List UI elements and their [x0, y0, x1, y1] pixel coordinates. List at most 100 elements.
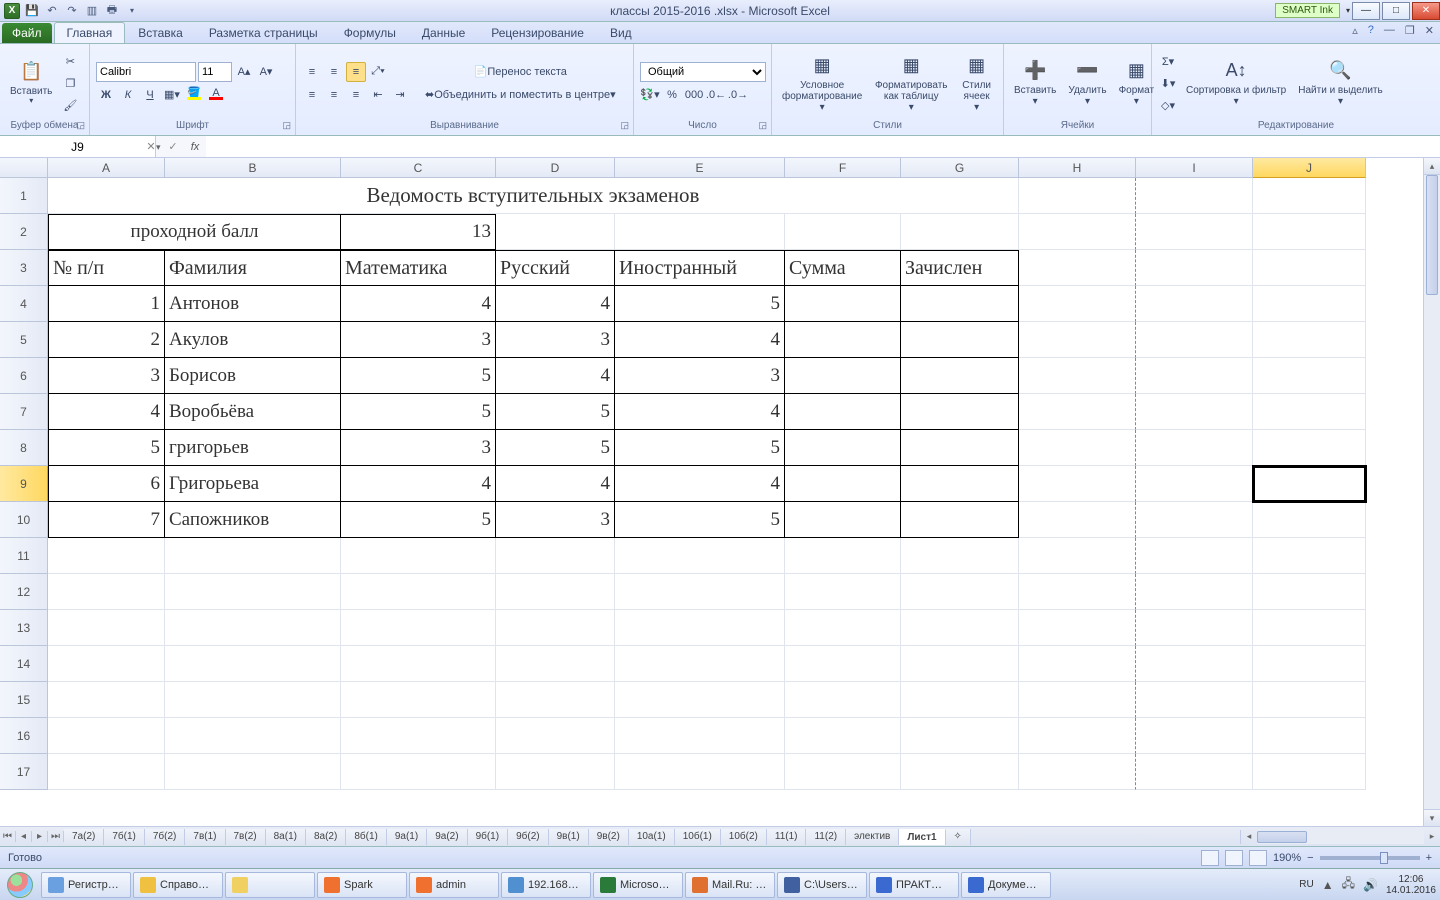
cell[interactable] [496, 538, 615, 574]
row-header[interactable]: 3 [0, 250, 48, 286]
align-top-icon[interactable]: ≡ [302, 62, 322, 82]
cell[interactable]: Воробьёва [165, 394, 341, 430]
ribbon-tab[interactable]: Вид [597, 22, 645, 43]
cell[interactable] [48, 538, 165, 574]
taskbar-button[interactable]: Mail.Ru: … [685, 872, 775, 898]
increase-decimal-icon[interactable]: .0← [706, 85, 726, 105]
cell[interactable] [48, 574, 165, 610]
cell[interactable]: 1 [48, 286, 165, 322]
cell[interactable] [496, 682, 615, 718]
italic-button[interactable]: К [118, 85, 138, 105]
cell[interactable]: Сумма [785, 250, 901, 286]
cell[interactable]: № п/п [48, 250, 165, 286]
scroll-left-icon[interactable]: ◂ [1241, 831, 1257, 842]
cell[interactable] [901, 214, 1019, 250]
dialog-launcher-icon[interactable]: ◲ [76, 120, 85, 131]
row-header[interactable]: 10 [0, 502, 48, 538]
cell[interactable]: 4 [496, 358, 615, 394]
cell[interactable] [785, 322, 901, 358]
cell[interactable] [785, 538, 901, 574]
number-format-select[interactable]: Общий [640, 62, 766, 82]
cell[interactable]: 7 [48, 502, 165, 538]
cell[interactable]: 5 [615, 430, 785, 466]
cell[interactable] [1136, 430, 1253, 466]
sheet-tab[interactable]: 7в(1) [185, 829, 225, 845]
cell[interactable] [165, 538, 341, 574]
cell[interactable] [1019, 178, 1136, 214]
autosum-icon[interactable]: Σ▾ [1158, 51, 1178, 71]
cell[interactable]: Фамилия [165, 250, 341, 286]
comma-style-icon[interactable]: 000 [684, 85, 704, 105]
dialog-launcher-icon[interactable]: ◲ [282, 120, 291, 131]
cell[interactable] [496, 754, 615, 790]
row-header[interactable]: 9 [0, 466, 48, 502]
tray-flag-icon[interactable]: ▲ [1322, 878, 1334, 892]
sheet-tab[interactable]: 9а(1) [387, 829, 427, 845]
cell[interactable] [1253, 286, 1366, 322]
next-sheet-icon[interactable]: ▸ [32, 831, 48, 842]
bold-button[interactable]: Ж [96, 85, 116, 105]
zoom-slider[interactable] [1320, 856, 1420, 860]
cell[interactable] [901, 610, 1019, 646]
cell[interactable] [1253, 250, 1366, 286]
cell[interactable] [785, 754, 901, 790]
cell[interactable] [1136, 682, 1253, 718]
name-box-input[interactable] [0, 136, 155, 157]
column-header[interactable]: J [1253, 158, 1366, 178]
sheet-tab[interactable]: 7в(2) [226, 829, 266, 845]
cell[interactable] [341, 718, 496, 754]
cell[interactable]: 3 [48, 358, 165, 394]
cell[interactable]: 4 [615, 466, 785, 502]
cell[interactable] [1019, 358, 1136, 394]
column-header[interactable]: D [496, 158, 615, 178]
row-header[interactable]: 2 [0, 214, 48, 250]
cell[interactable] [1019, 502, 1136, 538]
smart-ink-dropdown-icon[interactable]: ▾ [1346, 6, 1350, 15]
workbook-close-icon[interactable]: ✕ [1425, 24, 1434, 37]
cell-styles-button[interactable]: ▦Стили ячеек▾ [956, 52, 997, 115]
cell[interactable] [785, 502, 901, 538]
cell[interactable] [615, 682, 785, 718]
scroll-right-icon[interactable]: ▸ [1424, 831, 1440, 842]
taskbar-button[interactable]: 192.168… [501, 872, 591, 898]
vertical-scrollbar[interactable]: ▴ ▾ [1423, 158, 1440, 826]
format-as-table-button[interactable]: ▦Форматировать как таблицу▾ [870, 52, 952, 115]
insert-cells-button[interactable]: ➕Вставить▾ [1010, 57, 1060, 109]
cell[interactable] [341, 574, 496, 610]
cell[interactable] [1253, 682, 1366, 718]
cell[interactable] [1019, 394, 1136, 430]
cell[interactable] [1136, 178, 1253, 214]
help-icon[interactable]: ? [1368, 24, 1374, 37]
cell[interactable] [496, 574, 615, 610]
cell[interactable]: Сапожников [165, 502, 341, 538]
cell[interactable] [1136, 286, 1253, 322]
cell[interactable] [785, 682, 901, 718]
cell[interactable] [615, 214, 785, 250]
cell[interactable]: Русский [496, 250, 615, 286]
cell[interactable] [615, 646, 785, 682]
align-middle-icon[interactable]: ≡ [324, 62, 344, 82]
new-sheet-icon[interactable]: ✧ [946, 829, 971, 845]
print-icon[interactable]: 🖶 [104, 3, 120, 19]
column-header[interactable]: F [785, 158, 901, 178]
workbook-minimize-icon[interactable]: — [1384, 24, 1395, 37]
cell[interactable] [341, 646, 496, 682]
cell[interactable] [901, 358, 1019, 394]
cell[interactable]: Зачислен [901, 250, 1019, 286]
format-painter-icon[interactable]: 🖌 [60, 95, 80, 115]
dialog-launcher-icon[interactable]: ◲ [620, 120, 629, 131]
cell[interactable] [1253, 322, 1366, 358]
sheet-tab[interactable]: 9б(1) [468, 829, 509, 845]
row-header[interactable]: 13 [0, 610, 48, 646]
cell[interactable] [785, 466, 901, 502]
cell[interactable] [1136, 610, 1253, 646]
cell[interactable] [1136, 250, 1253, 286]
cell[interactable]: григорьев [165, 430, 341, 466]
cell[interactable] [341, 682, 496, 718]
font-size-input[interactable] [198, 62, 232, 82]
taskbar-button[interactable]: ПРАКТ… [869, 872, 959, 898]
excel-app-icon[interactable]: X [4, 3, 20, 19]
sheet-tab[interactable]: 9б(2) [508, 829, 549, 845]
start-button[interactable] [0, 869, 40, 900]
cell[interactable] [1136, 646, 1253, 682]
